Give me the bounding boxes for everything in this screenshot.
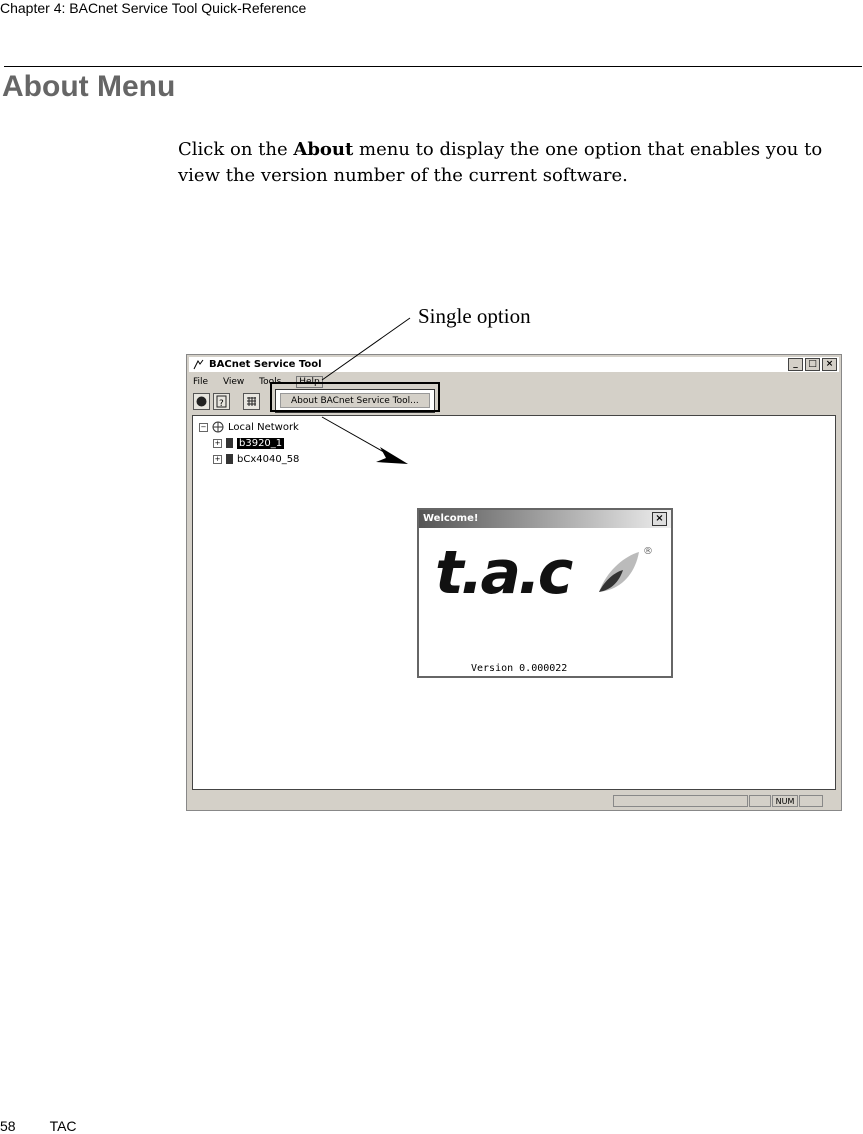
page-number: 58 <box>0 1118 16 1134</box>
callout-line-to-menu <box>321 317 411 381</box>
page-footer: 58 TAC <box>0 1118 111 1134</box>
arrowhead-icon <box>376 447 408 464</box>
callout-lines <box>321 317 411 464</box>
footer-brand: TAC <box>49 1118 77 1134</box>
